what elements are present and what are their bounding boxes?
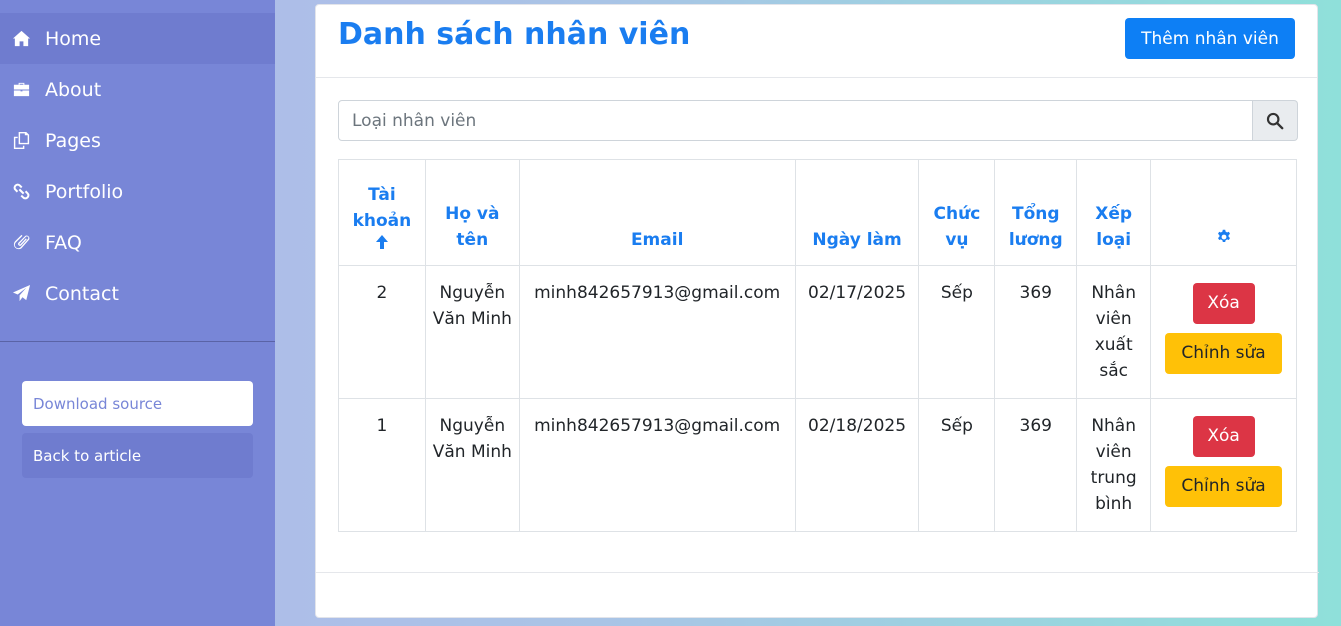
sidebar-divider [0, 341, 275, 342]
cell-date: 02/18/2025 [794, 398, 920, 532]
sidebar-item-about[interactable]: About [0, 64, 275, 115]
paper-plane-icon [10, 283, 32, 305]
cell-account: 1 [338, 398, 426, 532]
sidebar-item-label: Portfolio [45, 180, 124, 203]
table-row: 2 Nguyễn Văn Minh minh842657913@gmail.co… [338, 265, 1297, 399]
edit-button[interactable]: Chỉnh sửa [1165, 333, 1283, 374]
cell-position: Sếp [918, 398, 996, 532]
table-header-row: Tài khoản Họ và tên Email Ngày làm Chức … [338, 159, 1297, 266]
cell-salary: 369 [994, 398, 1078, 532]
sidebar-item-faq[interactable]: FAQ [0, 217, 275, 268]
copy-icon [10, 130, 32, 152]
briefcase-icon [10, 79, 32, 101]
header-email[interactable]: Email [518, 159, 796, 266]
delete-button[interactable]: Xóa [1192, 416, 1255, 457]
search-bar [338, 100, 1298, 141]
sidebar-item-label: Pages [45, 129, 101, 152]
header-position[interactable]: Chức vụ [918, 159, 996, 266]
sidebar-item-home[interactable]: Home [0, 13, 275, 64]
sidebar-nav: Home About Pages Portfolio FAQ Contact [0, 0, 275, 319]
cell-salary: 369 [994, 265, 1078, 399]
header-date[interactable]: Ngày làm [794, 159, 920, 266]
employee-card: Danh sách nhân viên Thêm nhân viên Tài k… [315, 4, 1319, 618]
sidebar: Home About Pages Portfolio FAQ Contact D… [0, 0, 275, 626]
header-name[interactable]: Họ và tên [424, 159, 520, 266]
page-title: Danh sách nhân viên [338, 17, 691, 52]
download-source-button[interactable]: Download source [22, 381, 253, 426]
add-employee-button[interactable]: Thêm nhân viên [1125, 18, 1295, 59]
sidebar-item-pages[interactable]: Pages [0, 115, 275, 166]
card-footer-divider [316, 572, 1319, 573]
cell-email: minh842657913@gmail.com [518, 398, 796, 532]
header-label: Tài khoản [352, 185, 412, 231]
cell-name: Nguyễn Văn Minh [424, 265, 520, 399]
sidebar-item-label: Home [45, 27, 102, 50]
edit-button[interactable]: Chỉnh sửa [1165, 466, 1283, 507]
cell-position: Sếp [918, 265, 996, 399]
header-account[interactable]: Tài khoản [338, 159, 426, 266]
cell-actions: Xóa Chỉnh sửa [1150, 398, 1297, 532]
cell-email: minh842657913@gmail.com [518, 265, 796, 399]
header-actions [1150, 159, 1297, 266]
card-header: Danh sách nhân viên Thêm nhân viên [316, 5, 1317, 78]
cell-account: 2 [338, 265, 426, 399]
sort-up-icon [345, 234, 419, 253]
cell-name: Nguyễn Văn Minh [424, 398, 520, 532]
cell-rank: Nhân viên trung bình [1076, 398, 1152, 532]
table-row: 1 Nguyễn Văn Minh minh842657913@gmail.co… [338, 398, 1297, 532]
search-icon [1266, 112, 1284, 129]
sidebar-item-label: About [45, 78, 102, 101]
cell-date: 02/17/2025 [794, 265, 920, 399]
search-input[interactable] [338, 100, 1253, 141]
back-to-article-button[interactable]: Back to article [22, 433, 253, 478]
sidebar-item-label: Contact [45, 282, 119, 305]
home-icon [10, 28, 32, 50]
header-salary[interactable]: Tổng lương [994, 159, 1078, 266]
sidebar-item-contact[interactable]: Contact [0, 268, 275, 319]
cell-actions: Xóa Chỉnh sửa [1150, 265, 1297, 399]
header-rank[interactable]: Xếp loại [1076, 159, 1152, 266]
search-button[interactable] [1253, 100, 1298, 141]
cell-rank: Nhân viên xuất sắc [1076, 265, 1152, 399]
gear-icon [1216, 229, 1232, 250]
paperclip-icon [10, 232, 32, 254]
link-icon [10, 181, 32, 203]
sidebar-item-portfolio[interactable]: Portfolio [0, 166, 275, 217]
employee-table: Tài khoản Họ và tên Email Ngày làm Chức … [338, 159, 1297, 532]
sidebar-item-label: FAQ [45, 231, 82, 254]
delete-button[interactable]: Xóa [1192, 283, 1255, 324]
